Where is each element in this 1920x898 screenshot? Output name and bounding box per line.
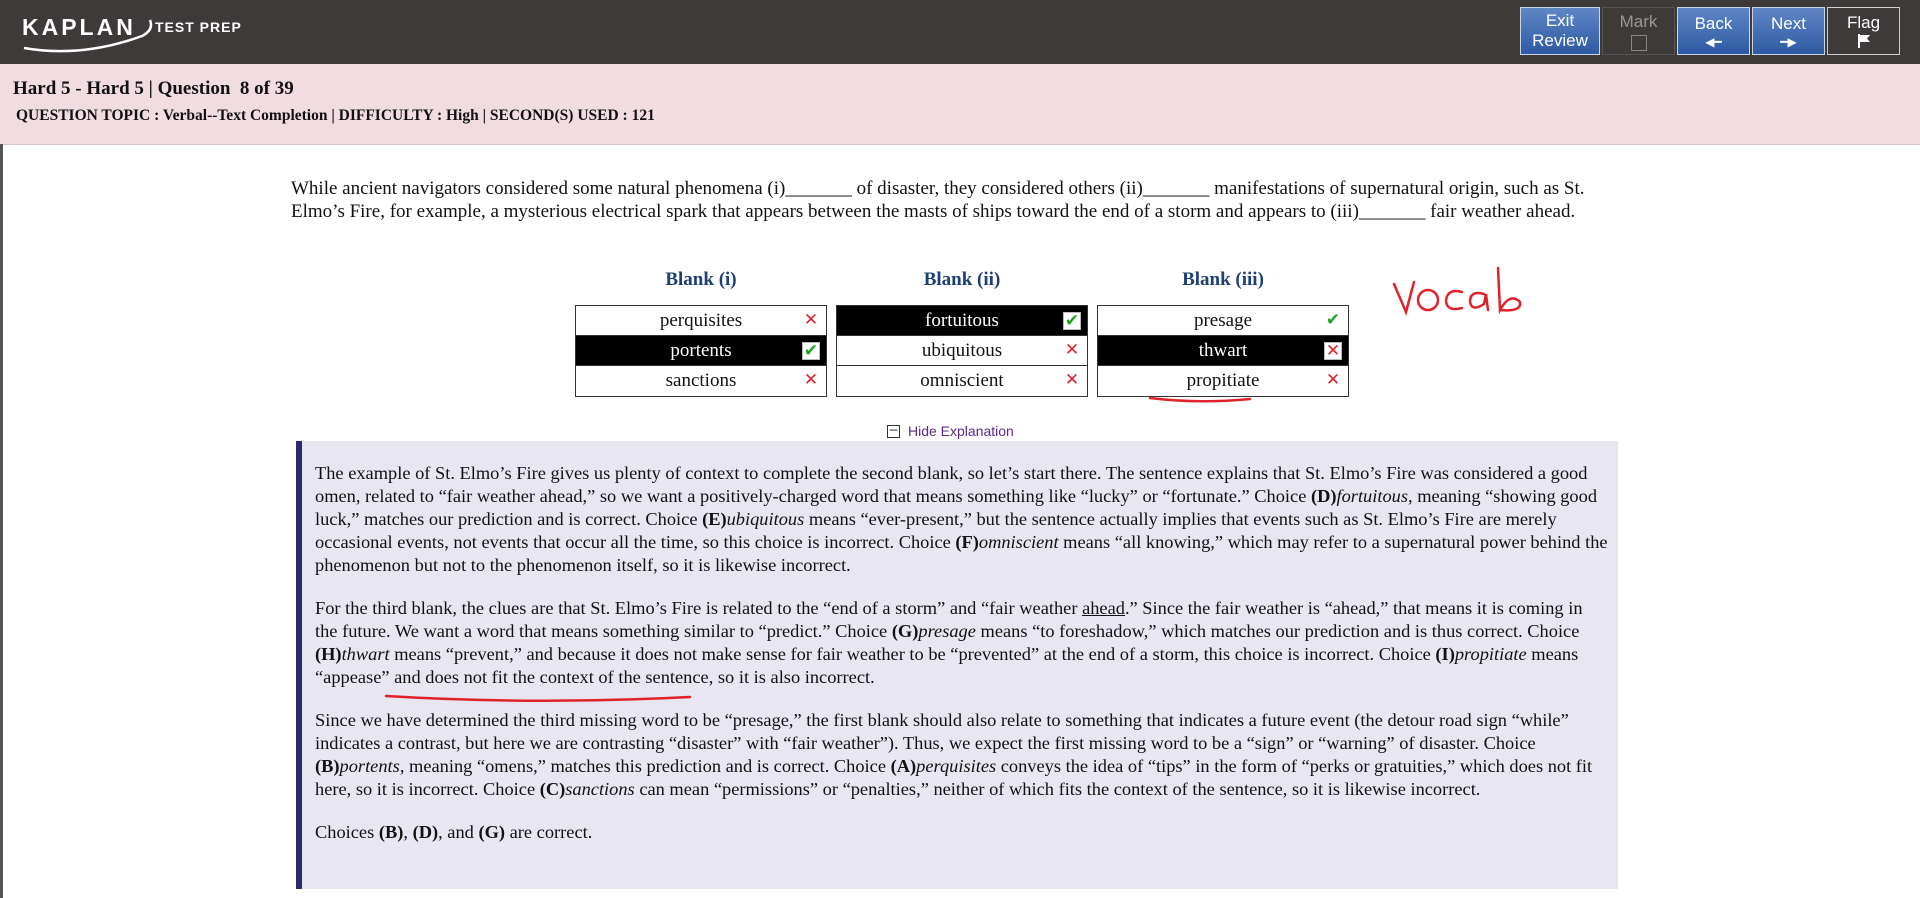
option-label: presage: [1193, 310, 1253, 331]
exit-label-line2: Review: [1532, 31, 1588, 50]
explanation-paragraph-4: Choices (B), (D), and (G) are correct.: [315, 821, 1608, 844]
arrow-right-icon: ━▶: [1780, 35, 1797, 49]
option-label: omniscient: [920, 370, 1004, 391]
hide-explanation-toggle[interactable]: − Hide Explanation: [887, 423, 1014, 439]
choice-word: sanctions: [565, 779, 635, 799]
text-segment: , meaning “omens,” matches this predicti…: [399, 756, 891, 776]
incorrect-x-icon: ✕: [803, 370, 819, 390]
option-perquisites[interactable]: perquisites ✕: [576, 306, 826, 336]
mark-label: Mark: [1619, 11, 1658, 31]
option-label: thwart: [1198, 340, 1248, 361]
option-thwart[interactable]: thwart ✕: [1098, 336, 1348, 366]
choice-letter: (G): [891, 621, 919, 641]
option-ubiquitous[interactable]: ubiquitous ✕: [837, 336, 1087, 366]
question-header: Hard 5 - Hard 5 | Question 8 of 39 QUEST…: [0, 64, 1920, 145]
logo-main-text: KAPLAN: [22, 14, 136, 40]
option-label: fortuitous: [925, 310, 999, 331]
option-portents[interactable]: portents ✔: [576, 336, 826, 366]
text-segment: means “prevent,” and because it does not…: [389, 644, 1436, 664]
option-label: sanctions: [665, 370, 737, 391]
question-title: Hard 5 - Hard 5 | Question 8 of 39: [13, 78, 294, 99]
choice-letter: (F): [955, 532, 979, 552]
choice-word: propitiate: [1454, 644, 1527, 664]
toolbar: Exit Review Mark Back ◀━ Next ━▶ Flag: [1520, 7, 1902, 57]
flag-icon: [1857, 34, 1870, 48]
text-segment: For the third blank, the clues are that …: [315, 598, 1083, 618]
explanation-paragraph-2: For the third blank, the clues are that …: [315, 597, 1608, 689]
explanation-panel: The example of St. Elmo’s Fire gives us …: [296, 441, 1618, 889]
choice-letter: (E): [702, 509, 727, 529]
question-text: While ancient navigators considered some…: [291, 178, 1585, 222]
blank-ii-header: Blank (ii): [923, 269, 1001, 290]
option-presage[interactable]: presage ✔: [1098, 306, 1348, 336]
option-label: portents: [670, 340, 732, 361]
mark-checkbox-icon: [1630, 34, 1647, 51]
arrow-left-icon: ◀━: [1705, 35, 1722, 49]
incorrect-x-icon: ✕: [1324, 341, 1342, 361]
choice-letter: (D): [1310, 486, 1337, 506]
correct-check-icon: ✔: [802, 341, 820, 361]
choice-word: omniscient: [978, 532, 1059, 552]
choice-letter: (B): [315, 756, 340, 776]
option-label: ubiquitous: [921, 340, 1003, 361]
text-segment: Choices: [315, 822, 379, 842]
choice-word: fortuitous: [1336, 486, 1409, 506]
choice-letter: (D): [412, 822, 439, 842]
hide-explanation-label: Hide Explanation: [908, 423, 1014, 439]
choice-letter: (C): [539, 779, 566, 799]
blank-iii-header: Blank (iii): [1182, 269, 1264, 290]
blank-iii-options: presage ✔ thwart ✕ propitiate ✕: [1097, 305, 1349, 397]
flag-label: Flag: [1846, 13, 1881, 32]
incorrect-x-icon: ✕: [1325, 370, 1341, 390]
correct-check-icon: ✔: [1325, 310, 1341, 330]
choice-letter: (B): [378, 822, 404, 842]
underlined-word: ahead: [1082, 598, 1125, 618]
text-segment: ,: [403, 822, 413, 842]
incorrect-x-icon: ✕: [1064, 370, 1080, 390]
option-label: perquisites: [659, 310, 743, 331]
choice-word: perquisites: [916, 756, 997, 776]
choice-word: portents: [339, 756, 400, 776]
text-segment: are correct.: [505, 822, 593, 842]
kaplan-logo: KAPLAN TEST PREP: [22, 10, 262, 54]
blank-i-options: perquisites ✕ portents ✔ sanctions ✕: [575, 305, 827, 397]
option-fortuitous[interactable]: fortuitous ✔: [837, 306, 1087, 336]
incorrect-x-icon: ✕: [803, 310, 819, 330]
question-topic: QUESTION TOPIC : Verbal--Text Completion…: [16, 107, 655, 124]
option-omniscient[interactable]: omniscient ✕: [837, 366, 1087, 396]
collapse-minus-icon: −: [887, 422, 900, 438]
choice-word: presage: [918, 621, 976, 641]
option-label: propitiate: [1186, 370, 1260, 391]
option-propitiate[interactable]: propitiate ✕: [1098, 366, 1348, 396]
next-button[interactable]: Next ━▶: [1752, 7, 1825, 55]
explanation-paragraph-1: The example of St. Elmo’s Fire gives us …: [315, 462, 1608, 577]
text-segment: can mean “permissions” or “penalties,” n…: [634, 779, 1481, 799]
flag-button[interactable]: Flag: [1827, 7, 1900, 55]
mark-button[interactable]: Mark: [1602, 7, 1675, 55]
blank-i-header: Blank (i): [665, 269, 737, 290]
next-label: Next: [1771, 14, 1806, 33]
choice-word: thwart: [341, 644, 390, 664]
choice-letter: (H): [315, 644, 342, 664]
back-button[interactable]: Back ◀━: [1677, 7, 1750, 55]
left-border: [0, 144, 3, 898]
back-label: Back: [1694, 14, 1733, 33]
exit-review-button[interactable]: Exit Review: [1520, 7, 1600, 55]
choice-word: ubiquitous: [726, 509, 805, 529]
logo-sub-text: TEST PREP: [155, 19, 242, 35]
top-bar: KAPLAN TEST PREP Exit Review Mark Back ◀…: [0, 0, 1920, 64]
handwritten-vocab-annotation: [1392, 266, 1522, 316]
option-sanctions[interactable]: sanctions ✕: [576, 366, 826, 396]
choice-letter: (A): [890, 756, 917, 776]
choice-letter: (I): [1435, 644, 1455, 664]
text-segment: Since we have determined the third missi…: [315, 710, 1569, 753]
blank-ii-options: fortuitous ✔ ubiquitous ✕ omniscient ✕: [836, 305, 1088, 397]
text-segment: , and: [438, 822, 479, 842]
text-segment: means “to foreshadow,” which matches our…: [975, 621, 1580, 641]
exit-label-line1: Exit: [1545, 11, 1575, 30]
explanation-paragraph-3: Since we have determined the third missi…: [315, 709, 1608, 801]
incorrect-x-icon: ✕: [1064, 340, 1080, 360]
correct-check-icon: ✔: [1063, 311, 1081, 331]
choice-letter: (G): [478, 822, 506, 842]
